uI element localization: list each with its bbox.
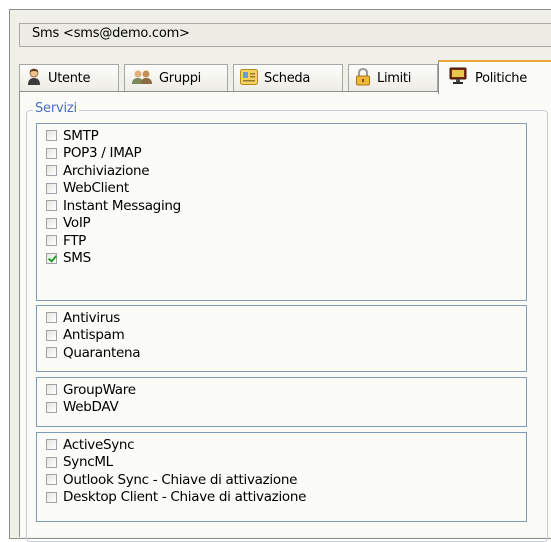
checkbox-label: Quarantena bbox=[63, 344, 141, 361]
checkbox[interactable] bbox=[46, 217, 57, 229]
checkbox[interactable] bbox=[46, 312, 57, 324]
checkbox[interactable] bbox=[46, 456, 57, 468]
service-item-archiviazione[interactable]: Archiviazione bbox=[46, 162, 526, 180]
checkbox-label: Antivirus bbox=[63, 309, 121, 326]
security-group: Antivirus Antispam Quarantena bbox=[36, 305, 527, 372]
checkbox[interactable] bbox=[46, 147, 57, 159]
service-item-activesync[interactable]: ActiveSync bbox=[46, 436, 526, 454]
checkbox[interactable] bbox=[46, 401, 57, 413]
service-item-antispam[interactable]: Antispam bbox=[46, 327, 526, 345]
service-item-quarantena[interactable]: Quarantena bbox=[46, 344, 526, 362]
service-item-pop3-imap[interactable]: POP3 / IMAP bbox=[46, 145, 526, 163]
tab-utente[interactable]: Utente bbox=[19, 64, 119, 92]
checkbox-label: SMTP bbox=[63, 127, 99, 144]
collaboration-group: GroupWare WebDAV bbox=[36, 377, 527, 427]
checkbox-label: Outlook Sync - Chiave di attivazione bbox=[63, 471, 298, 488]
service-item-webclient[interactable]: WebClient bbox=[46, 180, 526, 198]
group-icon bbox=[131, 69, 153, 89]
checkbox-label: POP3 / IMAP bbox=[63, 145, 142, 162]
service-item-instant-messaging[interactable]: Instant Messaging bbox=[46, 197, 526, 215]
checkbox-label: SyncML bbox=[63, 454, 113, 471]
service-item-ftp[interactable]: FTP bbox=[46, 232, 526, 250]
tab-gruppi[interactable]: Gruppi bbox=[124, 64, 228, 92]
checkbox[interactable] bbox=[46, 182, 57, 194]
checkbox[interactable] bbox=[46, 130, 57, 142]
checkbox[interactable] bbox=[46, 165, 57, 177]
checkbox[interactable] bbox=[46, 439, 57, 451]
service-item-sms[interactable]: SMS bbox=[46, 250, 526, 268]
tab-scheda[interactable]: Scheda bbox=[233, 64, 343, 92]
checkbox-label: ActiveSync bbox=[63, 436, 135, 453]
tab-politiche[interactable]: Politiche bbox=[438, 60, 551, 94]
service-item-outlook-sync[interactable]: Outlook Sync - Chiave di attivazione bbox=[46, 471, 526, 489]
checkbox-label: VoIP bbox=[63, 215, 91, 232]
checkbox[interactable] bbox=[46, 200, 57, 212]
checkbox-label: SMS bbox=[63, 250, 91, 267]
checkbox[interactable] bbox=[46, 491, 57, 503]
service-item-groupware[interactable]: GroupWare bbox=[46, 381, 526, 399]
checkbox-label: FTP bbox=[63, 232, 87, 249]
tab-label: Limiti bbox=[377, 71, 412, 86]
checkbox-label: WebDAV bbox=[63, 399, 119, 416]
sync-group: ActiveSync SyncML Outlook Sync - Chiave … bbox=[36, 432, 527, 522]
checkbox-checked[interactable] bbox=[46, 252, 57, 264]
lock-icon bbox=[355, 67, 371, 90]
service-item-smtp[interactable]: SMTP bbox=[46, 127, 526, 145]
service-item-voip[interactable]: VoIP bbox=[46, 215, 526, 233]
service-item-webdav[interactable]: WebDAV bbox=[46, 399, 526, 417]
monitor-icon bbox=[449, 67, 467, 89]
account-field: Sms <sms@demo.com> bbox=[19, 23, 551, 47]
checkbox[interactable] bbox=[46, 347, 57, 359]
checkbox[interactable] bbox=[46, 235, 57, 247]
tab-limiti[interactable]: Limiti bbox=[348, 64, 438, 92]
protocols-group: SMTP POP3 / IMAP Archiviazione WebClient… bbox=[36, 123, 527, 301]
services-legend: Servizi bbox=[33, 101, 79, 116]
checkbox-label: WebClient bbox=[63, 180, 129, 197]
checkbox-label: Antispam bbox=[63, 327, 125, 344]
checkbox[interactable] bbox=[46, 384, 57, 396]
service-item-antivirus[interactable]: Antivirus bbox=[46, 309, 526, 327]
checkbox[interactable] bbox=[46, 474, 57, 486]
tab-label: Utente bbox=[48, 71, 91, 86]
service-item-desktop-client[interactable]: Desktop Client - Chiave di attivazione bbox=[46, 489, 526, 507]
user-icon bbox=[26, 68, 42, 90]
tab-label: Scheda bbox=[264, 71, 311, 86]
checkbox-label: Archiviazione bbox=[63, 162, 150, 179]
tab-label: Gruppi bbox=[159, 71, 201, 86]
checkbox-label: GroupWare bbox=[63, 381, 136, 398]
checkbox-label: Instant Messaging bbox=[63, 197, 181, 214]
service-item-syncml[interactable]: SyncML bbox=[46, 454, 526, 472]
checkbox-label: Desktop Client - Chiave di attivazione bbox=[63, 489, 307, 506]
checkbox[interactable] bbox=[46, 329, 57, 341]
card-icon bbox=[240, 68, 258, 89]
tab-label: Politiche bbox=[475, 70, 527, 86]
